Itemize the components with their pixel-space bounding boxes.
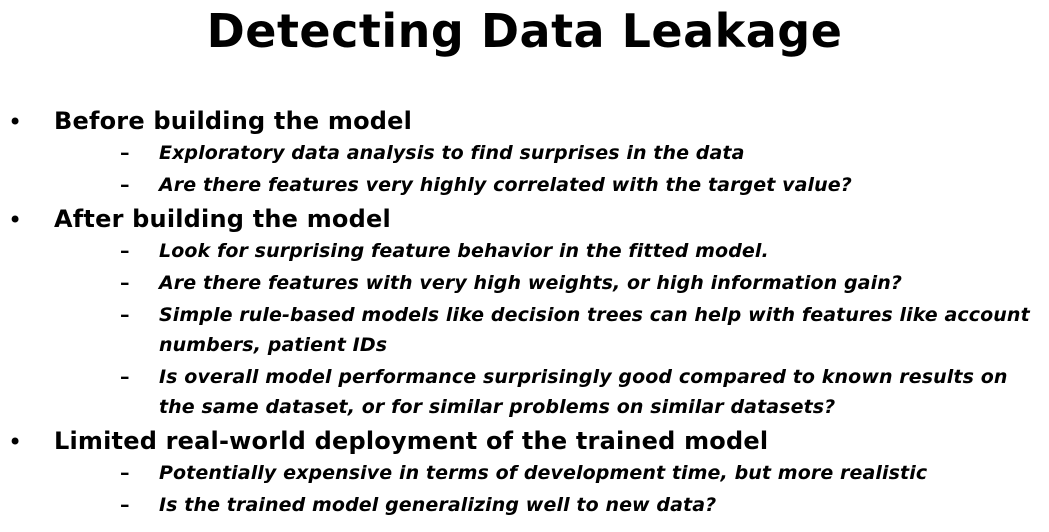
- sub-bullet-text: Is overall model performance surprisingl…: [159, 366, 1008, 418]
- slide: Detecting Data Leakage • Before building…: [0, 0, 1049, 532]
- bullet-dot-icon: •: [8, 428, 23, 456]
- bullet-heading: Limited real-world deployment of the tra…: [54, 427, 769, 455]
- sub-bullet-item: – Simple rule-based models like decision…: [54, 300, 1049, 360]
- bullet-item-limited-deployment: • Limited real-world deployment of the t…: [0, 424, 1049, 520]
- sub-bullet-item: – Look for surprising feature behavior i…: [54, 236, 1049, 266]
- bullet-heading: Before building the model: [54, 107, 413, 135]
- dash-icon: –: [120, 240, 130, 262]
- sub-bullet-item: – Are there features very highly correla…: [54, 170, 1049, 200]
- sub-bullet-list: – Potentially expensive in terms of deve…: [54, 458, 1049, 520]
- sub-bullet-text: Are there features with very high weight…: [159, 272, 902, 294]
- bullet-dot-icon: •: [8, 206, 23, 234]
- bullet-list: • Before building the model – Explorator…: [0, 104, 1049, 522]
- sub-bullet-item: – Potentially expensive in terms of deve…: [54, 458, 1049, 488]
- sub-bullet-text: Are there features very highly correlate…: [159, 174, 852, 196]
- sub-bullet-list: – Exploratory data analysis to find surp…: [54, 138, 1049, 200]
- sub-bullet-text: Potentially expensive in terms of develo…: [159, 462, 928, 484]
- dash-icon: –: [120, 304, 130, 326]
- sub-bullet-text: Exploratory data analysis to find surpri…: [159, 142, 745, 164]
- sub-bullet-item: – Exploratory data analysis to find surp…: [54, 138, 1049, 168]
- sub-bullet-text: Simple rule-based models like decision t…: [159, 304, 1030, 356]
- slide-title: Detecting Data Leakage: [206, 4, 843, 58]
- dash-icon: –: [120, 142, 130, 164]
- sub-bullet-item: – Is the trained model generalizing well…: [54, 490, 1049, 520]
- dash-icon: –: [120, 174, 130, 196]
- dash-icon: –: [120, 494, 130, 516]
- sub-bullet-list: – Look for surprising feature behavior i…: [54, 236, 1049, 422]
- dash-icon: –: [120, 272, 130, 294]
- sub-bullet-item: – Are there features with very high weig…: [54, 268, 1049, 298]
- dash-icon: –: [120, 366, 130, 388]
- bullet-item-before-building: • Before building the model – Explorator…: [0, 104, 1049, 200]
- bullet-heading: After building the model: [54, 205, 391, 233]
- bullet-item-after-building: • After building the model – Look for su…: [0, 202, 1049, 422]
- dash-icon: –: [120, 462, 130, 484]
- bullet-dot-icon: •: [8, 108, 23, 136]
- sub-bullet-item: – Is overall model performance surprisin…: [54, 362, 1049, 422]
- sub-bullet-text: Look for surprising feature behavior in …: [159, 240, 769, 262]
- sub-bullet-text: Is the trained model generalizing well t…: [159, 494, 717, 516]
